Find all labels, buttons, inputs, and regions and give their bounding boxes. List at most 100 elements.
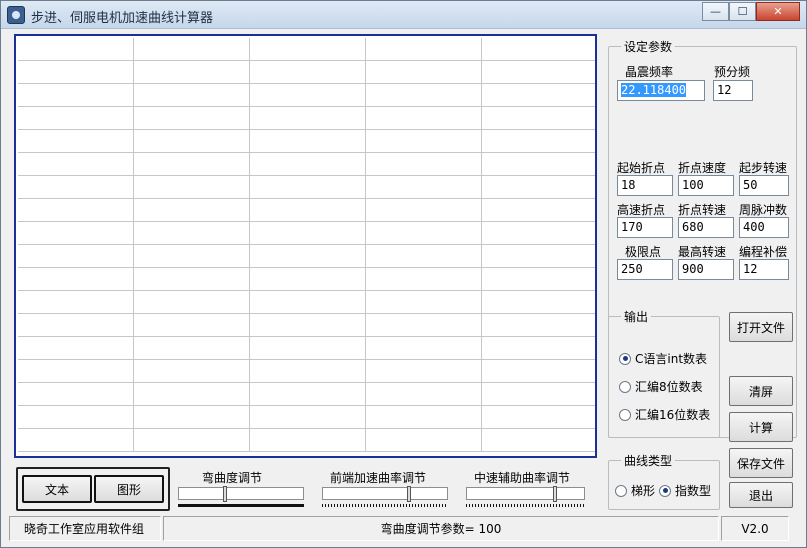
grid-cell[interactable] bbox=[18, 314, 134, 337]
grid-cell[interactable] bbox=[482, 314, 595, 337]
app-icon[interactable] bbox=[7, 6, 25, 24]
grid-cell[interactable] bbox=[250, 291, 366, 314]
text-view-button[interactable]: 文本 bbox=[22, 475, 92, 503]
grid-cell[interactable] bbox=[134, 337, 250, 360]
grid-cell[interactable] bbox=[250, 245, 366, 268]
slider-thumb[interactable] bbox=[553, 486, 557, 502]
curve-type-option[interactable]: 指数型 bbox=[659, 482, 711, 499]
grid-cell[interactable] bbox=[134, 61, 250, 84]
grid-cell[interactable] bbox=[18, 222, 134, 245]
grid-cell[interactable] bbox=[482, 337, 595, 360]
field-input[interactable]: 12 bbox=[739, 259, 789, 280]
close-button[interactable]: ✕ bbox=[756, 2, 800, 21]
grid-cell[interactable] bbox=[134, 199, 250, 222]
grid-cell[interactable] bbox=[134, 84, 250, 107]
grid-cell[interactable] bbox=[250, 130, 366, 153]
grid-cell[interactable] bbox=[18, 38, 134, 61]
output-option[interactable]: 汇编8位数表 bbox=[619, 378, 703, 395]
grid-cell[interactable] bbox=[134, 38, 250, 61]
grid-cell[interactable] bbox=[18, 429, 134, 452]
grid-cell[interactable] bbox=[18, 84, 134, 107]
crystal-freq-input[interactable]: 22.118400 bbox=[617, 80, 705, 101]
grid-cell[interactable] bbox=[134, 291, 250, 314]
grid-cell[interactable] bbox=[250, 176, 366, 199]
grid-cell[interactable] bbox=[134, 429, 250, 452]
grid-cell[interactable] bbox=[366, 38, 482, 61]
grid-cell[interactable] bbox=[134, 107, 250, 130]
field-input[interactable]: 900 bbox=[678, 259, 734, 280]
grid-cell[interactable] bbox=[18, 360, 134, 383]
grid-cell[interactable] bbox=[482, 222, 595, 245]
grid-cell[interactable] bbox=[250, 337, 366, 360]
grid-cell[interactable] bbox=[134, 130, 250, 153]
grid-cell[interactable] bbox=[366, 199, 482, 222]
grid-cell[interactable] bbox=[366, 245, 482, 268]
grid-cell[interactable] bbox=[134, 406, 250, 429]
grid-cell[interactable] bbox=[18, 383, 134, 406]
grid-cell[interactable] bbox=[250, 360, 366, 383]
grid-cell[interactable] bbox=[18, 245, 134, 268]
grid-cell[interactable] bbox=[366, 107, 482, 130]
slider-thumb[interactable] bbox=[407, 486, 411, 502]
grid-cell[interactable] bbox=[18, 130, 134, 153]
grid-cell[interactable] bbox=[482, 38, 595, 61]
grid-cell[interactable] bbox=[482, 61, 595, 84]
grid-cell[interactable] bbox=[366, 84, 482, 107]
grid-cell[interactable] bbox=[18, 107, 134, 130]
grid-cell[interactable] bbox=[366, 153, 482, 176]
grid-cell[interactable] bbox=[134, 222, 250, 245]
curvature-slider[interactable] bbox=[466, 486, 585, 507]
grid-cell[interactable] bbox=[250, 314, 366, 337]
grid-cell[interactable] bbox=[18, 406, 134, 429]
grid-cell[interactable] bbox=[18, 61, 134, 84]
grid-cell[interactable] bbox=[482, 268, 595, 291]
grid-cell[interactable] bbox=[134, 360, 250, 383]
field-input[interactable]: 170 bbox=[617, 217, 673, 238]
open-file-button[interactable]: 打开文件 bbox=[729, 312, 793, 342]
prescale-input[interactable]: 12 bbox=[713, 80, 753, 101]
field-input[interactable]: 250 bbox=[617, 259, 673, 280]
grid-cell[interactable] bbox=[366, 314, 482, 337]
grid-cell[interactable] bbox=[250, 84, 366, 107]
grid-cell[interactable] bbox=[18, 153, 134, 176]
field-input[interactable]: 400 bbox=[739, 217, 789, 238]
output-option[interactable]: C语言int数表 bbox=[619, 350, 707, 367]
grid-cell[interactable] bbox=[134, 383, 250, 406]
curvature-slider[interactable] bbox=[178, 486, 304, 507]
grid-cell[interactable] bbox=[250, 38, 366, 61]
field-input[interactable]: 18 bbox=[617, 175, 673, 196]
grid-cell[interactable] bbox=[250, 406, 366, 429]
grid-cell[interactable] bbox=[482, 107, 595, 130]
calculate-button[interactable]: 计算 bbox=[729, 412, 793, 442]
field-input[interactable]: 50 bbox=[739, 175, 789, 196]
grid-cell[interactable] bbox=[250, 61, 366, 84]
grid-cell[interactable] bbox=[250, 268, 366, 291]
grid-cell[interactable] bbox=[250, 199, 366, 222]
grid-cell[interactable] bbox=[366, 61, 482, 84]
data-grid[interactable] bbox=[14, 34, 597, 458]
grid-cell[interactable] bbox=[366, 268, 482, 291]
grid-cell[interactable] bbox=[482, 406, 595, 429]
exit-button[interactable]: 退出 bbox=[729, 482, 793, 508]
grid-cell[interactable] bbox=[366, 222, 482, 245]
grid-cell[interactable] bbox=[366, 406, 482, 429]
grid-cell[interactable] bbox=[250, 107, 366, 130]
save-file-button[interactable]: 保存文件 bbox=[729, 448, 793, 478]
grid-cell[interactable] bbox=[366, 429, 482, 452]
grid-cell[interactable] bbox=[134, 314, 250, 337]
grid-cell[interactable] bbox=[18, 291, 134, 314]
curvature-slider[interactable] bbox=[322, 486, 448, 507]
grid-cell[interactable] bbox=[482, 360, 595, 383]
grid-cell[interactable] bbox=[18, 337, 134, 360]
output-option[interactable]: 汇编16位数表 bbox=[619, 406, 710, 423]
grid-cell[interactable] bbox=[18, 268, 134, 291]
grid-cell[interactable] bbox=[482, 84, 595, 107]
grid-cell[interactable] bbox=[482, 176, 595, 199]
grid-cell[interactable] bbox=[482, 383, 595, 406]
field-input[interactable]: 100 bbox=[678, 175, 734, 196]
grid-cell[interactable] bbox=[366, 130, 482, 153]
field-input[interactable]: 680 bbox=[678, 217, 734, 238]
grid-cell[interactable] bbox=[18, 176, 134, 199]
grid-cell[interactable] bbox=[134, 245, 250, 268]
minimize-button[interactable]: — bbox=[702, 2, 729, 21]
